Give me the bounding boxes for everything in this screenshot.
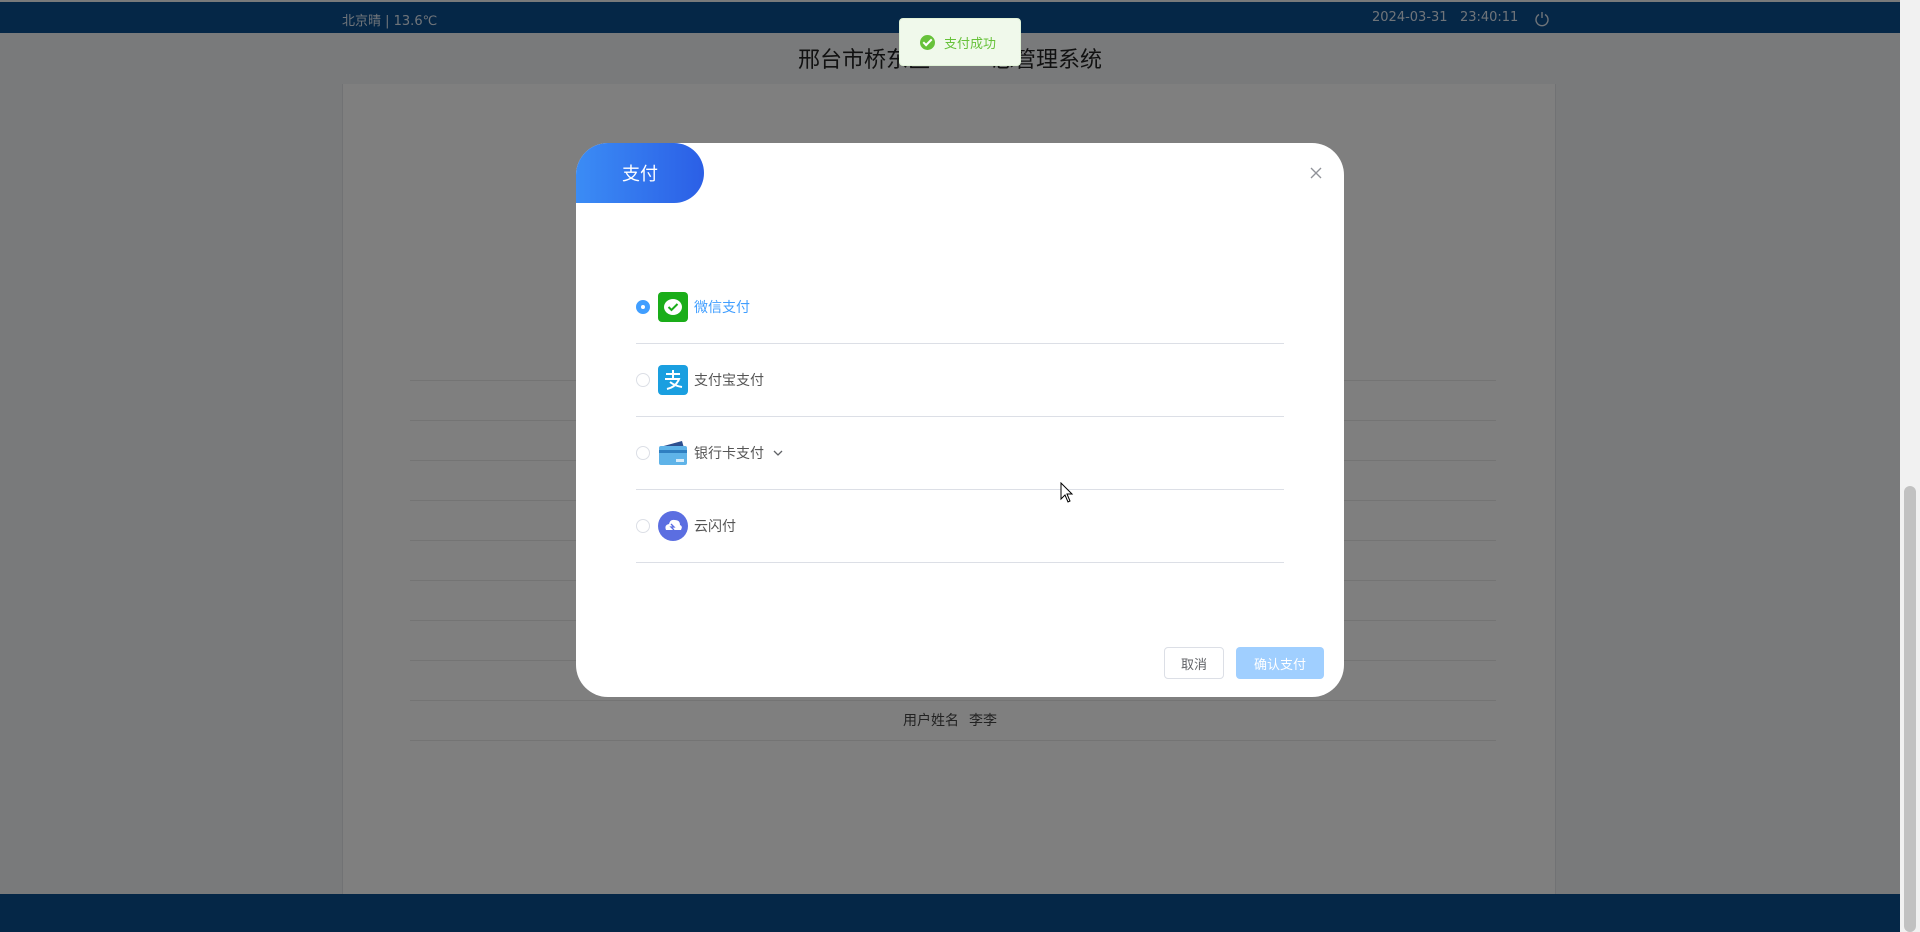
close-icon[interactable] [1308, 165, 1324, 181]
radio-alipay[interactable] [636, 373, 650, 387]
pay-option-wechat[interactable]: 微信支付 [636, 271, 1284, 344]
success-toast: 支付成功 [899, 18, 1021, 66]
alipay-icon [658, 365, 688, 395]
check-circle-icon [920, 34, 935, 50]
dialog-title: 支付 [576, 143, 704, 203]
pay-option-alipay[interactable]: 支付宝支付 [636, 344, 1284, 417]
pay-option-label: 支付宝支付 [694, 373, 764, 389]
radio-wechat[interactable] [636, 300, 650, 314]
wechat-pay-icon [658, 292, 688, 322]
cancel-button[interactable]: 取消 [1164, 647, 1224, 679]
pay-option-label: 微信支付 [694, 300, 750, 316]
scrollbar-thumb[interactable] [1904, 486, 1916, 932]
chevron-down-icon[interactable] [772, 447, 784, 459]
radio-cloud-quickpass[interactable] [636, 519, 650, 533]
pay-option-label: 银行卡支付 [694, 446, 764, 462]
toast-message: 支付成功 [944, 36, 997, 52]
pay-option-bank-card[interactable]: 银行卡支付 [636, 417, 1284, 490]
confirm-pay-button[interactable]: 确认支付 [1236, 647, 1324, 679]
cloud-quickpass-icon [658, 511, 688, 541]
pay-option-label: 云闪付 [694, 519, 736, 535]
bank-card-icon [658, 438, 688, 468]
pay-option-cloud-quickpass[interactable]: 云闪付 [636, 490, 1284, 563]
radio-bank-card[interactable] [636, 446, 650, 460]
mouse-cursor-icon [1060, 482, 1074, 503]
payment-dialog: 支付 微信支付 支付宝支付 银行卡支付 云闪付 取消 确认支付 [576, 143, 1344, 697]
